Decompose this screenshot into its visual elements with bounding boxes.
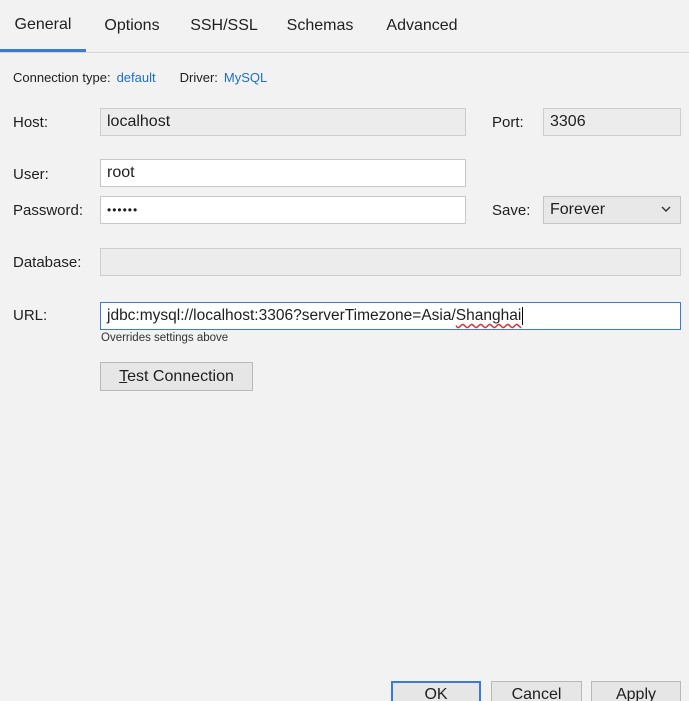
- host-value: localhost: [107, 113, 171, 130]
- tab-options[interactable]: Options: [92, 0, 172, 52]
- tab-general-label: General: [14, 15, 72, 33]
- driver-link[interactable]: MySQL: [224, 70, 267, 85]
- tab-advanced[interactable]: Advanced: [374, 0, 470, 52]
- port-label: Port:: [492, 114, 524, 131]
- url-field[interactable]: jdbc:mysql://localhost:3306?serverTimezo…: [100, 302, 681, 330]
- url-value-misspelled: Shanghai: [455, 307, 522, 324]
- url-hint: Overrides settings above: [101, 332, 229, 344]
- tab-general[interactable]: General: [0, 0, 86, 52]
- url-label: URL:: [13, 307, 48, 324]
- database-field[interactable]: [100, 248, 681, 276]
- test-connection-label: est Connection: [127, 367, 234, 385]
- user-label: User:: [13, 166, 49, 183]
- tab-schemas-label: Schemas: [286, 17, 354, 34]
- tab-ssh-ssl-label: SSH/SSL: [190, 17, 258, 34]
- connection-type-label: Connection type:: [13, 69, 111, 85]
- apply-label: Apply: [615, 686, 657, 701]
- database-label: Database:: [13, 254, 82, 271]
- connection-type-link[interactable]: default: [117, 70, 156, 85]
- tab-options-label: Options: [104, 17, 160, 34]
- tab-bar: General Options SSH/SSL Schemas Advanced: [0, 0, 689, 53]
- url-value-prefix: jdbc:mysql://localhost:3306?serverTimezo…: [107, 307, 456, 324]
- password-label: Password:: [13, 202, 84, 219]
- text-caret: [522, 307, 524, 325]
- user-field[interactable]: root: [100, 159, 466, 187]
- tab-ssh-ssl[interactable]: SSH/SSL: [180, 0, 268, 52]
- ok-label: OK: [424, 686, 448, 701]
- host-field[interactable]: localhost: [100, 108, 466, 136]
- datasource-settings-panel: General Options SSH/SSL Schemas Advanced…: [0, 0, 689, 701]
- save-select[interactable]: Forever: [543, 196, 681, 224]
- user-value: root: [107, 164, 135, 181]
- port-value: 3306: [550, 113, 586, 130]
- chevron-down-icon: [661, 206, 671, 212]
- save-select-value: Forever: [550, 201, 606, 218]
- cancel-label: Cancel: [511, 686, 562, 701]
- driver-label: Driver:: [179, 69, 218, 85]
- host-label: Host:: [13, 114, 49, 131]
- cancel-button[interactable]: Cancel: [491, 681, 582, 701]
- port-field[interactable]: 3306: [543, 108, 681, 136]
- apply-button[interactable]: Apply: [591, 681, 681, 701]
- save-label: Save:: [492, 202, 531, 219]
- password-field[interactable]: ••••••: [100, 196, 466, 224]
- test-connection-button[interactable]: Test Connection: [100, 362, 253, 391]
- test-connection-mnemonic: T: [119, 367, 128, 385]
- connection-meta: Connection type: default Driver: MySQL: [13, 68, 267, 86]
- tab-schemas[interactable]: Schemas: [276, 0, 364, 52]
- tab-advanced-label: Advanced: [386, 17, 458, 34]
- password-value: ••••••: [107, 203, 139, 217]
- ok-button[interactable]: OK: [391, 681, 481, 701]
